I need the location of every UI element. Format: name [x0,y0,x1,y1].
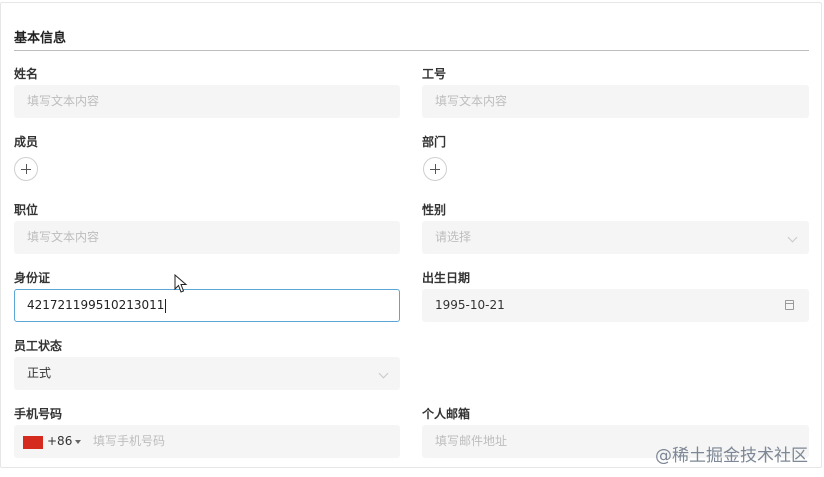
mouse-pointer-icon [174,274,188,293]
email-label: 个人邮箱 [422,407,471,421]
country-code[interactable]: +86 [47,426,72,457]
birth-date-picker[interactable]: 1995-10-21 [422,289,809,322]
section-divider [14,50,809,51]
member-label: 成员 [14,135,39,149]
phone-placeholder: 填写手机号码 [93,434,166,448]
id-card-input[interactable]: 421721199510213011 [14,289,400,322]
section-title: 基本信息 [14,31,67,46]
gender-select-placeholder: 请选择 [435,230,472,244]
phone-input[interactable]: +86 填写手机号码 [14,425,400,458]
name-input[interactable]: 填写文本内容 [14,85,400,118]
calendar-icon [785,300,794,310]
status-select[interactable]: 正式 [14,357,400,390]
employee-id-label: 工号 [422,67,447,81]
id-card-label: 身份证 [14,271,51,285]
id-card-value: 421721199510213011 [27,298,165,312]
add-member-button[interactable] [14,157,38,181]
birth-date-label: 出生日期 [422,271,471,285]
birth-date-value: 1995-10-21 [435,298,505,312]
status-select-value: 正式 [27,366,52,380]
department-label: 部门 [422,135,447,149]
name-label: 姓名 [14,67,39,81]
position-label: 职位 [14,203,39,217]
chevron-down-icon [378,368,389,379]
china-flag-icon [23,436,43,449]
gender-label: 性别 [422,203,447,217]
text-caret [165,298,167,313]
position-input[interactable]: 填写文本内容 [14,221,400,254]
basic-info-form: 基本信息 姓名 填写文本内容 工号 填写文本内容 成员 部门 职位 填写文本内容… [0,2,822,468]
phone-label: 手机号码 [14,407,63,421]
gender-select[interactable]: 请选择 [422,221,809,254]
status-label: 员工状态 [14,339,63,353]
watermark: @稀土掘金技术社区 [655,446,808,466]
employee-id-input[interactable]: 填写文本内容 [422,85,809,118]
chevron-down-icon [787,232,798,243]
add-department-button[interactable] [423,157,447,181]
caret-down-icon[interactable] [75,440,81,444]
